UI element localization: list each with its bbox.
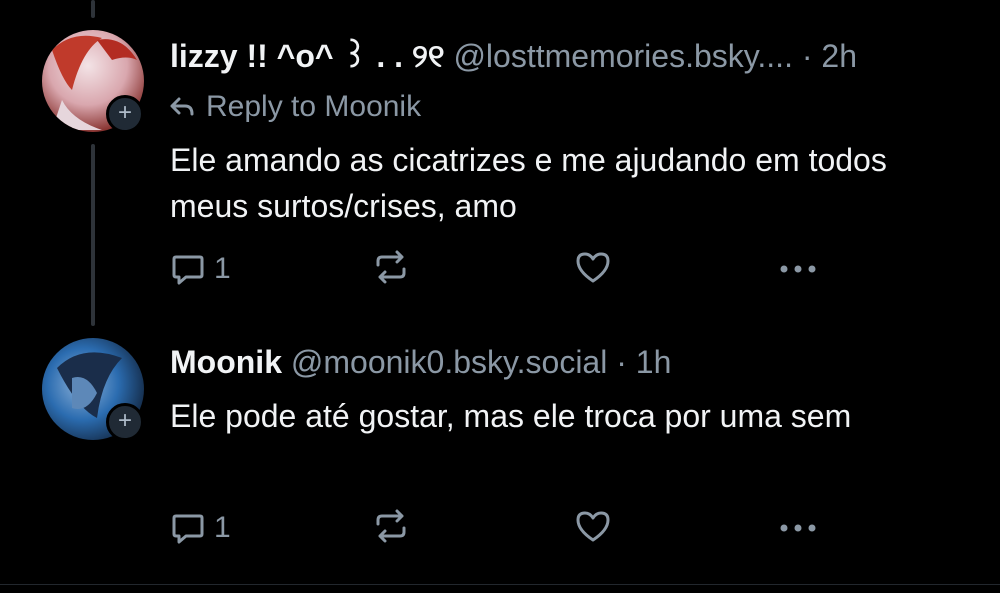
more-button[interactable]: [776, 259, 820, 279]
post-time[interactable]: 1h: [636, 344, 672, 380]
time-separator: ·: [801, 38, 813, 74]
reply-count: 1: [214, 252, 231, 285]
reply-button[interactable]: 1: [170, 249, 231, 289]
repost-icon: [376, 509, 406, 543]
more-dots-icon: [780, 524, 816, 532]
time-separator: ·: [616, 344, 627, 380]
repost-icon: [376, 250, 406, 284]
post-header: Moonik @moonik0.bsky.social · 1h: [170, 342, 671, 382]
like-button[interactable]: [574, 249, 612, 285]
reply-arrow-icon: [170, 97, 194, 116]
handle[interactable]: @losttmemories.bsky....: [453, 38, 793, 74]
post-text: Ele pode até gostar, mas ele troca por u…: [170, 398, 852, 434]
more-dots-icon: [780, 265, 816, 273]
post-1[interactable]: + lizzy !! ^o^ ꒱ . . ୨୧ @losttmemories.b…: [0, 0, 1000, 330]
display-name[interactable]: lizzy !! ^o^ ꒱ . . ୨୧: [170, 38, 445, 74]
reply-count: 1: [214, 511, 231, 544]
repost-button[interactable]: [372, 249, 410, 285]
post-header: lizzy !! ^o^ ꒱ . . ୨୧ @losttmemories.bsk…: [170, 36, 857, 76]
post-time[interactable]: 2h: [821, 38, 857, 74]
reply-bubble-icon: [172, 255, 204, 285]
handle[interactable]: @moonik0.bsky.social: [291, 344, 607, 380]
heart-icon: [576, 511, 610, 542]
reply-to-label: Reply to Moonik: [206, 90, 422, 123]
post-text: Ele amando as cicatrizes e me ajudando e…: [170, 142, 887, 224]
heart-icon: [576, 252, 610, 283]
divider: [0, 584, 1000, 585]
like-button[interactable]: [574, 508, 612, 544]
follow-plus-icon[interactable]: +: [106, 95, 144, 133]
repost-button[interactable]: [372, 508, 410, 544]
reply-button[interactable]: 1: [170, 508, 231, 548]
post-actions: 1: [170, 508, 830, 552]
post-2[interactable]: + Moonik @moonik0.bsky.social · 1h Ele p…: [0, 330, 1000, 593]
display-name[interactable]: Moonik: [170, 344, 282, 380]
reply-bubble-icon: [172, 514, 204, 544]
more-button[interactable]: [776, 518, 820, 538]
post-actions: 1: [170, 249, 830, 293]
follow-plus-icon[interactable]: +: [106, 403, 144, 441]
reply-to[interactable]: Reply to Moonik: [170, 88, 421, 126]
